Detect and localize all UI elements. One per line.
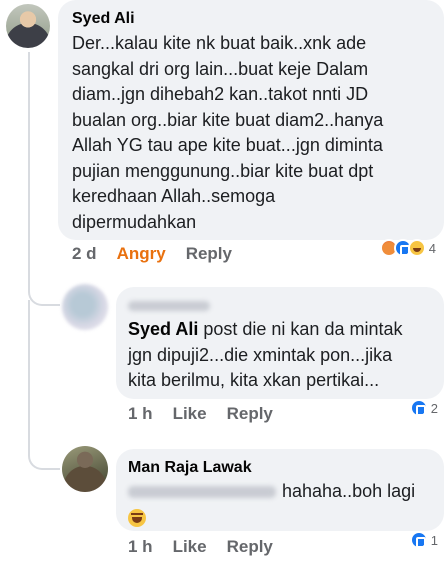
reaction-count: 4 — [428, 240, 436, 256]
like-button[interactable]: Like — [173, 537, 207, 557]
comment-thread: Syed Ali Der...kalau kite nk buat baik..… — [0, 0, 444, 564]
redacted-mention — [128, 486, 276, 499]
reply-bubble: Man Raja Lawak hahaha..boh lagi — [116, 449, 444, 531]
reaction-summary[interactable]: 1 — [409, 528, 438, 552]
comment-actions: 2 d Angry Reply — [72, 244, 252, 264]
reaction-count: 2 — [430, 400, 438, 416]
comment-timestamp[interactable]: 1 h — [128, 404, 153, 424]
thread-connector-line — [28, 300, 30, 450]
avatar[interactable] — [62, 284, 108, 330]
reaction-button[interactable]: Angry — [117, 244, 166, 264]
comment-timestamp[interactable]: 2 d — [72, 244, 97, 264]
reply-button[interactable]: Reply — [227, 537, 273, 557]
avatar[interactable] — [62, 446, 108, 492]
comment-actions: 1 h Like Reply — [128, 404, 293, 424]
reaction-count: 1 — [430, 532, 438, 548]
thread-connector-curve — [28, 266, 60, 306]
comment-timestamp[interactable]: 1 h — [128, 537, 153, 557]
laughing-emoji-icon — [128, 508, 146, 527]
comment-author[interactable]: Man Raja Lawak — [128, 457, 432, 479]
like-reaction-icon — [409, 399, 428, 417]
reply-text: Syed Ali post die ni kan da mintak jgn d… — [128, 317, 432, 394]
like-button[interactable]: Like — [173, 404, 207, 424]
thread-connector-line — [28, 52, 30, 272]
comment-text: Der...kalau kite nk buat baik..xnk ade s… — [72, 33, 384, 232]
reply-body: hahaha..boh lagi — [282, 481, 416, 501]
reaction-summary[interactable]: 4 — [379, 236, 436, 260]
haha-reaction-icon — [407, 239, 426, 257]
like-reaction-icon — [409, 531, 428, 549]
avatar[interactable] — [6, 4, 50, 48]
mention-link[interactable]: Syed Ali — [128, 319, 198, 339]
reply-button[interactable]: Reply — [186, 244, 232, 264]
comment-author[interactable]: Syed Ali — [72, 8, 430, 30]
reply-text: hahaha..boh lagi — [128, 479, 432, 505]
redacted-author-name — [128, 301, 210, 311]
comment-actions: 1 h Like Reply — [128, 537, 293, 557]
reaction-summary[interactable]: 2 — [409, 396, 438, 420]
reply-bubble: Syed Ali post die ni kan da mintak jgn d… — [116, 287, 444, 399]
reply-button[interactable]: Reply — [227, 404, 273, 424]
thread-connector-curve — [28, 440, 60, 470]
comment-bubble: Syed Ali Der...kalau kite nk buat baik..… — [58, 0, 444, 240]
